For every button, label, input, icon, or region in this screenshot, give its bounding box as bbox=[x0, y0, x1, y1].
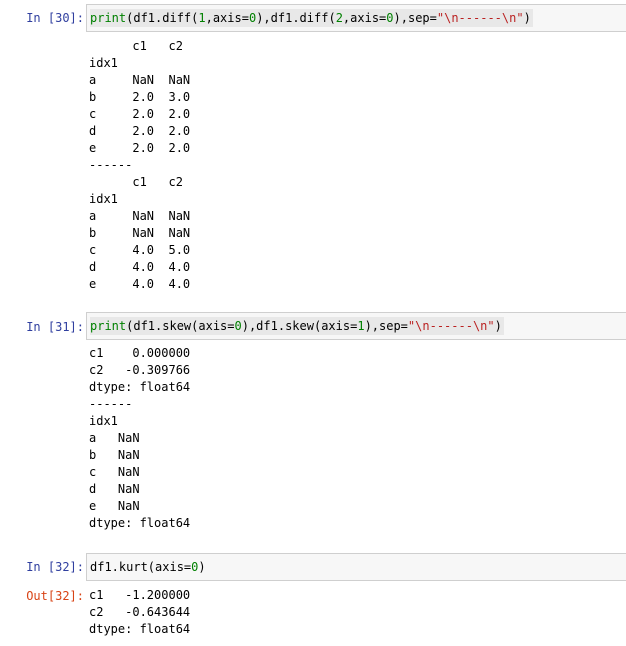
code-input-area[interactable]: print(df1.skew(axis=0),df1.skew(axis=1),… bbox=[86, 312, 626, 340]
code-input-area[interactable]: df1.kurt(axis=0) bbox=[86, 553, 626, 581]
code-line[interactable]: print(df1.skew(axis=0),df1.skew(axis=1),… bbox=[90, 317, 504, 335]
code-token: ,axis= bbox=[342, 11, 387, 25]
code-token-number: 0 bbox=[386, 11, 394, 25]
code-token: ) bbox=[198, 560, 206, 574]
code-token-string: "\n------\n" bbox=[407, 319, 495, 333]
input-prompt: In [31]: bbox=[26, 320, 84, 334]
cell-output: c1 0.000000 c2 -0.309766 dtype: float64 … bbox=[89, 346, 191, 530]
code-token: df1.kurt(axis= bbox=[90, 560, 192, 574]
input-prompt: In [30]: bbox=[26, 11, 84, 25]
code-token: ,axis= bbox=[205, 11, 249, 25]
code-line[interactable]: print(df1.diff(1,axis=0),df1.diff(2,axis… bbox=[90, 9, 533, 27]
code-token: ) bbox=[494, 319, 502, 333]
code-token: ) bbox=[523, 11, 531, 25]
code-token-number: 0 bbox=[234, 319, 242, 333]
code-token-number: 2 bbox=[335, 11, 343, 25]
code-token: ),sep= bbox=[364, 319, 408, 333]
code-token: (df1.skew(axis= bbox=[126, 319, 235, 333]
code-token-number: 1 bbox=[357, 319, 365, 333]
cell-output: c1 -1.200000 c2 -0.643644 dtype: float64 bbox=[89, 588, 191, 636]
code-token: (df1.diff( bbox=[126, 11, 199, 25]
code-token-string: "\n------\n" bbox=[436, 11, 524, 25]
code-token-builtin: print bbox=[90, 319, 127, 333]
code-token: ),df1.diff( bbox=[256, 11, 336, 25]
code-token: ),sep= bbox=[393, 11, 437, 25]
code-line[interactable]: df1.kurt(axis=0) bbox=[90, 558, 208, 576]
code-token: ),df1.skew(axis= bbox=[241, 319, 358, 333]
code-token-number: 1 bbox=[198, 11, 206, 25]
code-token-builtin: print bbox=[90, 11, 127, 25]
input-prompt: In [32]: bbox=[26, 560, 84, 574]
cell-output: c1 c2 idx1 a NaN NaN b 2.0 3.0 c 2.0 2.0… bbox=[89, 39, 191, 291]
code-input-area[interactable]: print(df1.diff(1,axis=0),df1.diff(2,axis… bbox=[86, 4, 626, 32]
output-prompt: Out[32]: bbox=[26, 589, 84, 603]
